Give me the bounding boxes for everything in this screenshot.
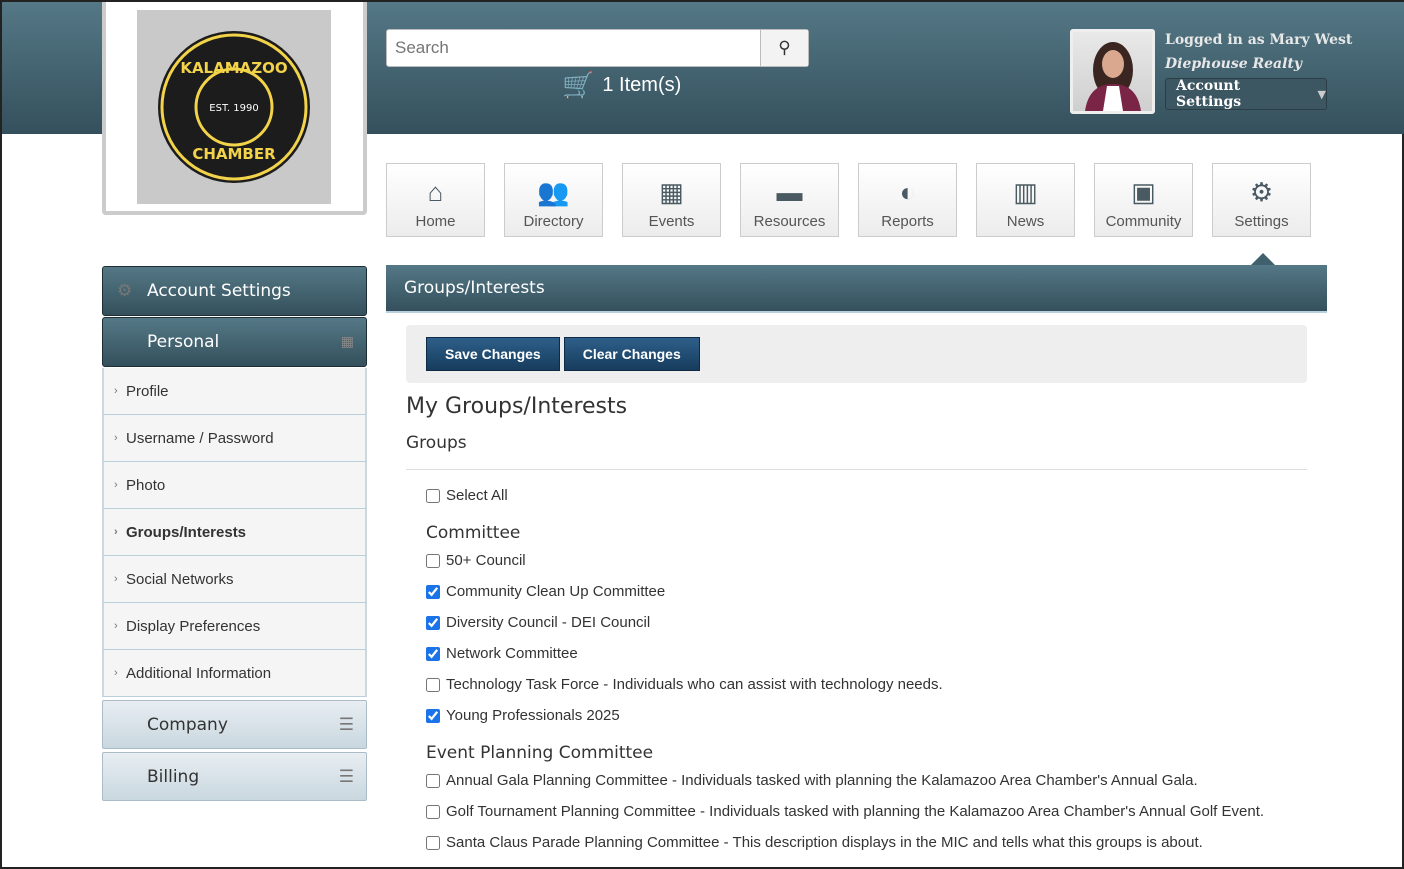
event-planning-heading: Event Planning Committee <box>426 743 654 763</box>
avatar[interactable] <box>1070 29 1155 114</box>
group-checkbox[interactable]: Diversity Council - DEI Council <box>426 607 1307 638</box>
community-icon: ▣ <box>1131 177 1156 207</box>
sidebar: ⚙ Account Settings Personal ▦ Profile User… <box>102 266 367 801</box>
search-box: ⚲ <box>386 29 809 67</box>
logo-container[interactable]: KALAMAZOO EST. 1990 CHAMBER <box>102 2 367 215</box>
cart-count: 1 Item(s) <box>602 74 682 96</box>
grid-icon: ▦ <box>340 334 354 350</box>
nav-events[interactable]: ▦ Events <box>622 163 721 237</box>
nav-label: Events <box>648 213 695 230</box>
sidebar-item-display-preferences[interactable]: Display Preferences <box>102 603 367 650</box>
company-name: Diephouse Realty <box>1165 56 1303 72</box>
section-label: Company <box>147 714 228 735</box>
sidebar-header: ⚙ Account Settings <box>102 266 367 316</box>
chevron-down-icon: ▼ <box>1317 87 1326 101</box>
pie-chart-icon: ◐ <box>899 177 916 207</box>
save-changes-button[interactable]: Save Changes <box>426 337 560 371</box>
sidebar-item-profile[interactable]: Profile <box>102 368 367 415</box>
cart-icon: 🛒 <box>562 70 595 100</box>
nav-community[interactable]: ▣ Community <box>1094 163 1193 237</box>
clear-changes-button[interactable]: Clear Changes <box>563 337 700 371</box>
sidebar-item-social-networks[interactable]: Social Networks <box>102 556 367 603</box>
account-settings-dropdown[interactable]: Account Settings ▼ <box>1165 78 1327 110</box>
logged-in-text: Logged in as Mary West <box>1165 32 1353 48</box>
group-checkbox[interactable]: 50+ Council <box>426 545 1307 576</box>
svg-text:CHAMBER: CHAMBER <box>192 145 276 163</box>
people-icon: 👥 <box>537 177 570 207</box>
group-checkbox[interactable]: Annual Gala Planning Committee - Individ… <box>426 765 1307 796</box>
group-checkbox[interactable]: Network Committee <box>426 638 1307 669</box>
gear-icon: ⚙ <box>117 281 133 301</box>
home-icon: ⌂ <box>427 177 444 207</box>
nav-directory[interactable]: 👥 Directory <box>504 163 603 237</box>
nav-settings[interactable]: ⚙ Settings <box>1212 163 1311 265</box>
group-checkbox[interactable]: Technology Task Force - Individuals who … <box>426 669 1307 700</box>
menu-icon: ☰ <box>338 714 354 735</box>
nav-label: Community <box>1105 213 1182 230</box>
nav-label: Reports <box>881 213 934 230</box>
folder-icon: ▬ <box>776 177 803 207</box>
gear-icon: ⚙ <box>1249 177 1274 207</box>
svg-text:KALAMAZOO: KALAMAZOO <box>180 59 287 77</box>
svg-text:EST. 1990: EST. 1990 <box>209 103 258 114</box>
nav-resources[interactable]: ▬ Resources <box>740 163 839 237</box>
search-icon: ⚲ <box>778 38 791 57</box>
nav-news[interactable]: ▥ News <box>976 163 1075 237</box>
group-checkbox[interactable]: Young Professionals 2025 <box>426 700 1307 731</box>
group-checkbox[interactable]: Santa Claus Parade Planning Committee - … <box>426 827 1307 858</box>
sidebar-section-personal[interactable]: Personal ▦ <box>102 317 367 367</box>
section-label: Personal <box>147 332 220 352</box>
toolbar: Save Changes Clear Changes <box>406 325 1307 383</box>
main-nav: ⌂ Home 👥 Directory ▦ Events ▬ Resources ◐ Rep… <box>386 163 1311 265</box>
groups-heading: Groups <box>406 433 1307 470</box>
nav-reports[interactable]: ◐ Reports <box>858 163 957 237</box>
nav-label: News <box>1006 213 1045 230</box>
sidebar-section-company[interactable]: Company ☰ <box>102 700 367 749</box>
sidebar-title: Account Settings <box>147 281 291 301</box>
page-title: My Groups/Interests <box>406 394 628 419</box>
group-checkbox[interactable]: Community Clean Up Committee <box>426 576 1307 607</box>
committee-heading: Committee <box>426 523 521 543</box>
nav-label: Home <box>415 213 456 230</box>
nav-label: Resources <box>753 213 826 230</box>
menu-icon: ☰ <box>338 766 354 787</box>
building-icon: ▥ <box>1013 177 1038 207</box>
search-button[interactable]: ⚲ <box>760 30 808 66</box>
account-settings-label: Account Settings <box>1176 78 1242 110</box>
nav-label: Settings <box>1234 213 1289 230</box>
select-all-checkbox[interactable]: Select All <box>426 480 1307 511</box>
cart-link[interactable]: 🛒 1 Item(s) <box>562 70 681 101</box>
group-checkbox[interactable]: Golf Tournament Planning Committee - Ind… <box>426 796 1307 827</box>
search-input[interactable] <box>387 30 760 66</box>
sidebar-item-groups-interests[interactable]: Groups/Interests <box>102 509 367 556</box>
sidebar-item-photo[interactable]: Photo <box>102 462 367 509</box>
sidebar-section-billing[interactable]: Billing ☰ <box>102 752 367 801</box>
sidebar-item-additional-information[interactable]: Additional Information <box>102 650 367 697</box>
calendar-icon: ▦ <box>659 177 684 207</box>
panel-header: Groups/Interests <box>386 265 1327 313</box>
nav-label: Directory <box>523 213 584 230</box>
chamber-logo: KALAMAZOO EST. 1990 CHAMBER <box>158 31 310 183</box>
sidebar-item-username-password[interactable]: Username / Password <box>102 415 367 462</box>
section-label: Billing <box>147 766 200 787</box>
groups-content: My Groups/Interests Groups Select All Co… <box>406 394 1307 858</box>
nav-home[interactable]: ⌂ Home <box>386 163 485 237</box>
